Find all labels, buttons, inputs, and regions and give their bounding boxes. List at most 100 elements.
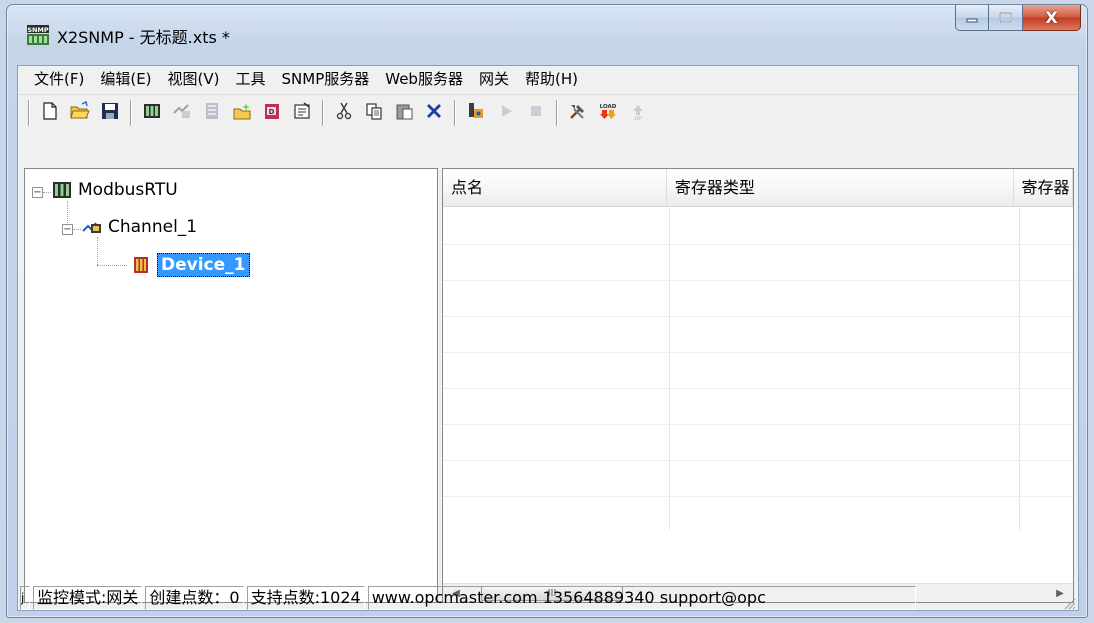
- grid-line: [443, 424, 1073, 425]
- tree-node-device[interactable]: Device_1: [131, 253, 250, 277]
- minimize-button[interactable]: [955, 5, 989, 31]
- add-channel-button[interactable]: [170, 101, 194, 125]
- paste-button[interactable]: [392, 101, 416, 125]
- toolbar-grip: [28, 99, 30, 126]
- add-device-icon: [202, 101, 222, 125]
- properties-button[interactable]: [290, 101, 314, 125]
- menu-bar: 文件(F) 编辑(E) 视图(V) 工具 SNMP服务器 Web服务器 网关 帮…: [18, 66, 1078, 92]
- driver-icon: [52, 180, 72, 200]
- menu-gateway[interactable]: 网关: [471, 66, 517, 92]
- save-button[interactable]: [98, 101, 122, 125]
- status-created-points: 创建点数：0: [145, 586, 244, 610]
- upload-button[interactable]: UP: [626, 101, 650, 125]
- column-header-register-type[interactable]: 寄存器类型: [667, 169, 1014, 207]
- menu-web-server[interactable]: Web服务器: [377, 66, 471, 92]
- toolbar-separator: [130, 99, 132, 126]
- add-device-button[interactable]: [200, 101, 224, 125]
- project-tree[interactable]: − ModbusRTU − Channel_1 Device_1: [24, 168, 438, 603]
- status-mode: 监控模式:网关: [33, 586, 143, 610]
- tools-button[interactable]: [566, 101, 590, 125]
- window-title: X2SNMP - 无标题.xts *: [57, 28, 230, 47]
- tools-icon: [568, 101, 588, 125]
- root-expander[interactable]: −: [32, 187, 43, 198]
- save-icon: [100, 101, 120, 125]
- properties-icon: [292, 101, 312, 125]
- toolbar-separator: [556, 99, 558, 126]
- close-icon: X: [1045, 8, 1058, 27]
- tree-connector: [73, 229, 81, 230]
- load-icon: LOAD: [598, 101, 618, 125]
- grid-line: [443, 280, 1073, 281]
- point-list[interactable]: 点名 寄存器类型 寄存器 ◀ III ▶: [442, 168, 1074, 603]
- run-button[interactable]: [494, 101, 518, 125]
- run-icon: [496, 101, 516, 125]
- stop-button[interactable]: [524, 101, 548, 125]
- status-bar: j 监控模式:网关 创建点数：0 支持点数:1024 www.opcmaster…: [18, 584, 1078, 612]
- stop-icon: [526, 101, 546, 125]
- app-window: SNMP X2SNMP - 无标题.xts * X 文件(F) 编辑(E) 视图…: [6, 4, 1088, 618]
- add-driver-icon: [142, 101, 162, 125]
- device-icon: [131, 255, 151, 275]
- channel-expander[interactable]: −: [62, 224, 73, 235]
- upload-icon: UP: [628, 101, 648, 125]
- svg-text:D: D: [269, 108, 275, 116]
- add-point-button[interactable]: [230, 101, 254, 125]
- add-driver-button[interactable]: [140, 101, 164, 125]
- grid-line: [443, 316, 1073, 317]
- tree-connector: [43, 192, 51, 193]
- grid-line: [443, 244, 1073, 245]
- new-icon: [40, 101, 60, 125]
- tree-label-channel: Channel_1: [108, 217, 198, 237]
- grid-line: [443, 352, 1073, 353]
- channel-icon: [82, 217, 102, 237]
- menu-file[interactable]: 文件(F): [26, 66, 92, 92]
- cut-button[interactable]: [332, 101, 356, 125]
- add-point-icon: [232, 101, 252, 125]
- close-button[interactable]: X: [1023, 5, 1081, 31]
- toolbar-separator: [322, 99, 324, 126]
- open-button[interactable]: [68, 100, 92, 125]
- toolbar-separator: [454, 99, 456, 126]
- status-lead: j: [20, 586, 30, 610]
- minimize-icon: [966, 9, 978, 27]
- column-header-point-name[interactable]: 点名: [443, 169, 667, 207]
- maximize-button[interactable]: [989, 5, 1023, 31]
- cut-icon: [334, 101, 354, 125]
- maximize-icon: [999, 9, 1012, 27]
- grid-line: [443, 388, 1073, 389]
- copy-button[interactable]: [362, 101, 386, 125]
- grid-line: [443, 496, 1073, 497]
- tree-connector: [67, 201, 68, 223]
- resize-grip-icon[interactable]: [1062, 596, 1076, 610]
- snmp-app-icon[interactable]: SNMP: [27, 25, 49, 45]
- status-supported-points: 支持点数:1024: [246, 586, 365, 610]
- list-body[interactable]: [443, 208, 1073, 530]
- monitor-button[interactable]: [464, 101, 488, 125]
- menu-view[interactable]: 视图(V): [160, 66, 228, 92]
- load-button[interactable]: LOAD: [596, 101, 620, 125]
- title-bar[interactable]: SNMP X2SNMP - 无标题.xts * X: [7, 5, 1087, 63]
- tree-label-modbusrtu: ModbusRTU: [78, 180, 178, 200]
- copy-icon: [364, 101, 384, 125]
- toolbar: D LOAD UP: [18, 94, 1078, 130]
- add-dataset-button[interactable]: D: [260, 101, 284, 125]
- new-button[interactable]: [38, 101, 62, 125]
- column-header-register[interactable]: 寄存器: [1014, 169, 1073, 207]
- tree-node-modbusrtu[interactable]: ModbusRTU: [52, 180, 178, 200]
- status-contact: www.opcmaster.com 13564889340 support@op…: [367, 586, 916, 610]
- client-area: 文件(F) 编辑(E) 视图(V) 工具 SNMP服务器 Web服务器 网关 帮…: [17, 65, 1079, 611]
- delete-icon: [424, 101, 444, 125]
- add-channel-icon: [172, 101, 192, 125]
- menu-help[interactable]: 帮助(H): [517, 66, 586, 92]
- delete-button[interactable]: [422, 101, 446, 125]
- menu-snmp-server[interactable]: SNMP服务器: [274, 66, 378, 92]
- menu-tools[interactable]: 工具: [228, 66, 274, 92]
- menu-edit[interactable]: 编辑(E): [92, 66, 159, 92]
- tree-node-channel[interactable]: Channel_1: [82, 217, 197, 237]
- tree-connector: [97, 265, 127, 266]
- monitor-icon: [466, 101, 486, 125]
- add-dataset-icon: D: [262, 101, 282, 125]
- open-icon: [70, 100, 90, 125]
- load-text: LOAD: [600, 104, 617, 110]
- grid-line: [443, 460, 1073, 461]
